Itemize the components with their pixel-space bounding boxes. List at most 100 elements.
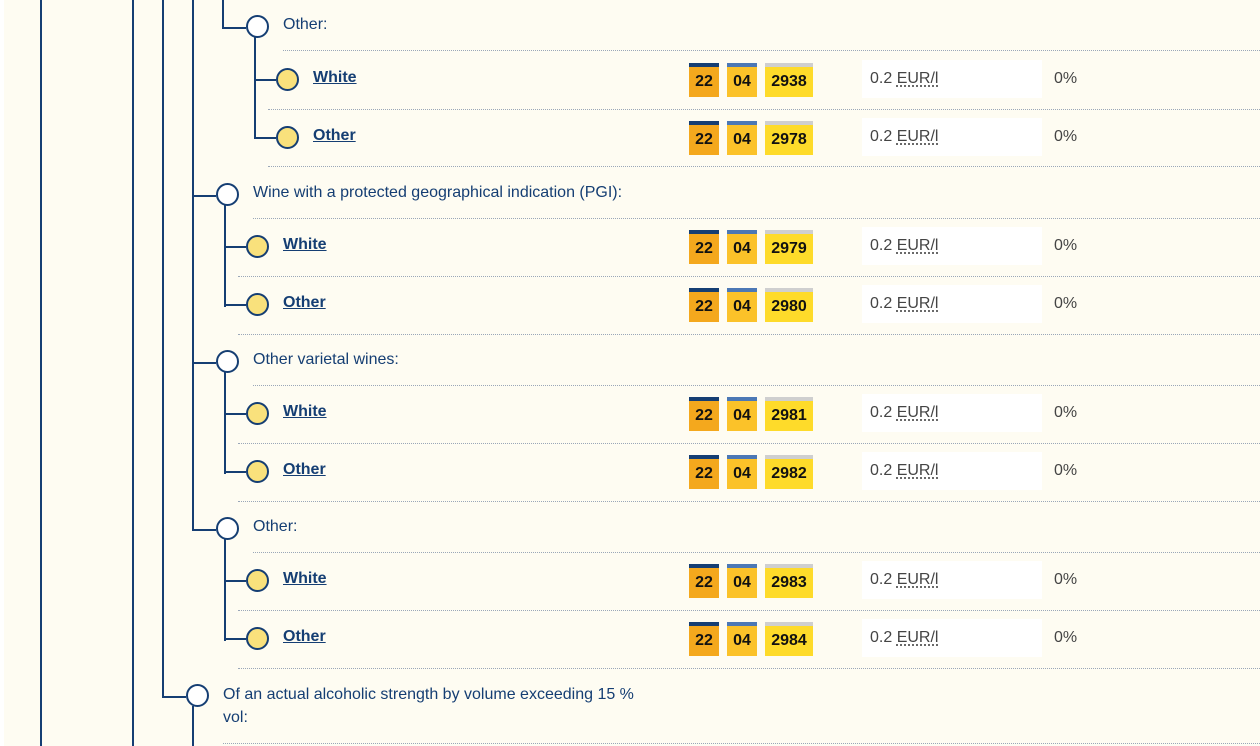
duty-box: 0.2 EUR/l bbox=[862, 285, 1042, 323]
code-heading: 04 bbox=[727, 121, 757, 155]
tree-connector bbox=[162, 696, 186, 698]
heading-other-1: Other: bbox=[283, 16, 328, 33]
code-subheading: 2978 bbox=[765, 121, 813, 155]
duty-unit: EUR/l bbox=[896, 128, 939, 145]
tree-line-level-4b bbox=[192, 706, 194, 746]
commodity-link-white[interactable]: White bbox=[313, 69, 357, 87]
code-heading: 04 bbox=[727, 230, 757, 264]
duty-amount: 0.2 bbox=[870, 404, 893, 421]
tree-connector bbox=[224, 304, 246, 306]
heading-alcohol-strength: Of an actual alcoholic strength by volum… bbox=[223, 686, 634, 726]
code-heading: 04 bbox=[727, 455, 757, 489]
code-subheading: 2980 bbox=[765, 288, 813, 322]
commodity-link-white[interactable]: White bbox=[283, 236, 327, 254]
duty-unit: EUR/l bbox=[896, 70, 939, 87]
commodity-link-other[interactable]: Other bbox=[283, 294, 326, 312]
tree-line-level-5a bbox=[222, 0, 224, 28]
duty-unit: EUR/l bbox=[896, 404, 939, 421]
tree-connector bbox=[224, 580, 246, 582]
duty-amount: 0.2 bbox=[870, 128, 893, 145]
duty-unit: EUR/l bbox=[896, 237, 939, 254]
tree-connector bbox=[192, 195, 216, 197]
table-row: White 22 04 2938 0.2 EUR/l 0% bbox=[4, 60, 1260, 100]
commodity-link-white[interactable]: White bbox=[283, 403, 327, 421]
tree-connector bbox=[224, 413, 246, 415]
duty-amount: 0.2 bbox=[870, 70, 893, 87]
separator bbox=[238, 276, 1260, 277]
code-heading: 04 bbox=[727, 63, 757, 97]
rate-value: 0% bbox=[1054, 237, 1078, 254]
leaf-circle-icon bbox=[246, 402, 269, 425]
tree-connector bbox=[224, 471, 246, 473]
table-row: Other 22 04 2982 0.2 EUR/l 0% bbox=[4, 452, 1260, 492]
rate-value: 0% bbox=[1054, 128, 1078, 145]
code-chapter: 22 bbox=[689, 455, 719, 489]
tree-connector bbox=[224, 246, 246, 248]
duty-box: 0.2 EUR/l bbox=[862, 118, 1042, 156]
code-heading: 04 bbox=[727, 622, 757, 656]
separator bbox=[223, 743, 1260, 744]
table-row: White 22 04 2983 0.2 EUR/l 0% bbox=[4, 561, 1260, 601]
node-circle-icon bbox=[216, 350, 239, 373]
duty-box: 0.2 EUR/l bbox=[862, 452, 1042, 490]
heading-other-varietal: Other varietal wines: bbox=[253, 351, 399, 368]
duty-box: 0.2 EUR/l bbox=[862, 561, 1042, 599]
rate-value: 0% bbox=[1054, 462, 1078, 479]
duty-unit: EUR/l bbox=[896, 295, 939, 312]
code-heading: 04 bbox=[727, 564, 757, 598]
separator bbox=[253, 385, 1260, 386]
separator bbox=[253, 218, 1260, 219]
leaf-circle-icon bbox=[246, 569, 269, 592]
tariff-tree-page: Other: White 22 04 2938 0.2 EUR/l 0% Oth… bbox=[4, 0, 1260, 746]
duty-unit: EUR/l bbox=[896, 571, 939, 588]
duty-box: 0.2 EUR/l bbox=[862, 394, 1042, 432]
code-chapter: 22 bbox=[689, 63, 719, 97]
duty-amount: 0.2 bbox=[870, 295, 893, 312]
code-subheading: 2982 bbox=[765, 455, 813, 489]
node-circle-icon bbox=[186, 684, 209, 707]
duty-box: 0.2 EUR/l bbox=[862, 619, 1042, 657]
commodity-link-other[interactable]: Other bbox=[283, 461, 326, 479]
rate-value: 0% bbox=[1054, 629, 1078, 646]
separator bbox=[238, 668, 1260, 669]
duty-box: 0.2 EUR/l bbox=[862, 60, 1042, 98]
duty-amount: 0.2 bbox=[870, 571, 893, 588]
table-row: White 22 04 2979 0.2 EUR/l 0% bbox=[4, 227, 1260, 267]
code-heading: 04 bbox=[727, 397, 757, 431]
separator bbox=[238, 501, 1260, 502]
code-chapter: 22 bbox=[689, 564, 719, 598]
duty-unit: EUR/l bbox=[896, 629, 939, 646]
commodity-link-white[interactable]: White bbox=[283, 570, 327, 588]
duty-amount: 0.2 bbox=[870, 462, 893, 479]
rate-value: 0% bbox=[1054, 571, 1078, 588]
leaf-circle-icon bbox=[246, 293, 269, 316]
duty-box: 0.2 EUR/l bbox=[862, 227, 1042, 265]
commodity-link-other[interactable]: Other bbox=[313, 127, 356, 145]
separator bbox=[268, 109, 1260, 110]
rate-value: 0% bbox=[1054, 404, 1078, 421]
leaf-circle-icon bbox=[246, 627, 269, 650]
duty-amount: 0.2 bbox=[870, 629, 893, 646]
tree-connector bbox=[192, 529, 216, 531]
tree-connector bbox=[224, 638, 246, 640]
leaf-circle-icon bbox=[276, 68, 299, 91]
rate-value: 0% bbox=[1054, 295, 1078, 312]
leaf-circle-icon bbox=[276, 126, 299, 149]
separator bbox=[238, 610, 1260, 611]
separator bbox=[238, 334, 1260, 335]
commodity-link-other[interactable]: Other bbox=[283, 628, 326, 646]
duty-unit: EUR/l bbox=[896, 462, 939, 479]
code-chapter: 22 bbox=[689, 121, 719, 155]
tree-connector bbox=[254, 79, 276, 81]
leaf-circle-icon bbox=[246, 235, 269, 258]
separator bbox=[238, 443, 1260, 444]
leaf-circle-icon bbox=[246, 460, 269, 483]
node-circle-icon bbox=[216, 517, 239, 540]
code-subheading: 2981 bbox=[765, 397, 813, 431]
table-row: Other 22 04 2984 0.2 EUR/l 0% bbox=[4, 619, 1260, 659]
code-chapter: 22 bbox=[689, 230, 719, 264]
tree-connector bbox=[192, 362, 216, 364]
code-chapter: 22 bbox=[689, 288, 719, 322]
code-subheading: 2983 bbox=[765, 564, 813, 598]
code-chapter: 22 bbox=[689, 397, 719, 431]
